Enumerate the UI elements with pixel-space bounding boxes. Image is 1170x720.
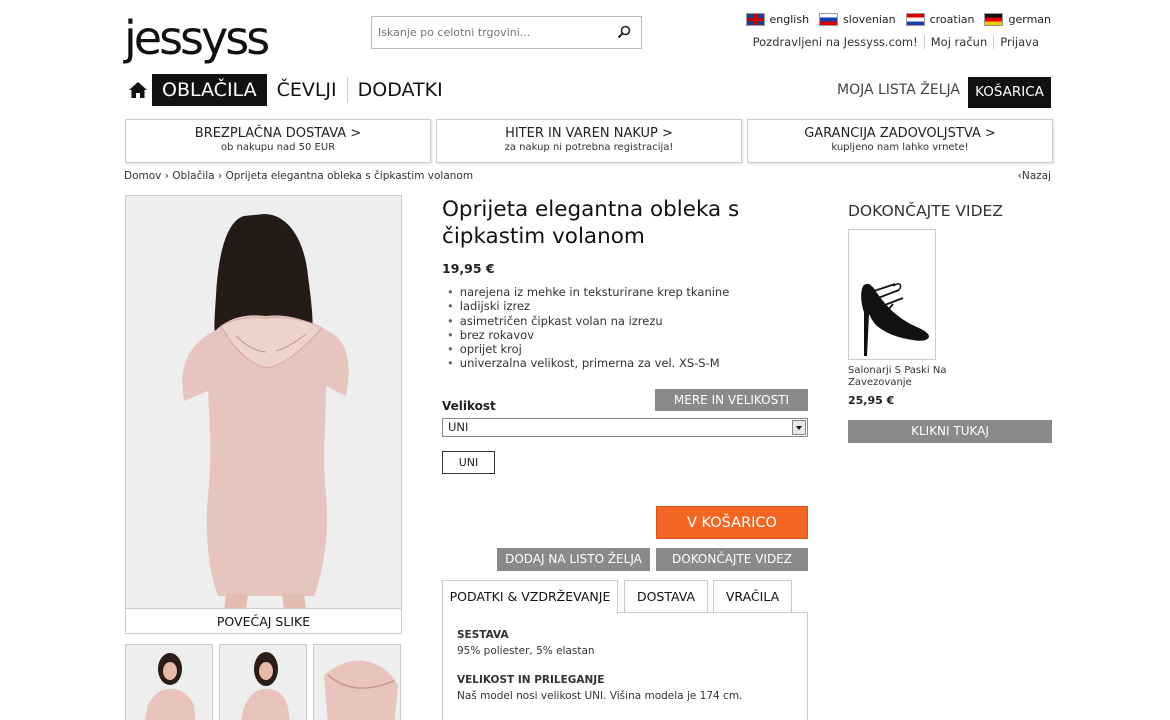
size-select[interactable]: UNI (442, 418, 808, 437)
promo-banners: BREZPLAČNA DOSTAVA > ob nakupu nad 50 EU… (125, 119, 1053, 163)
lang-label: german (1008, 13, 1051, 26)
look-item-price: 25,95 € (848, 394, 895, 407)
banner-satisfaction-guarantee[interactable]: GARANCIJA ZADOVOLJSTVA > kupljeno nam la… (747, 119, 1053, 163)
breadcrumb: Domov › Oblačila › Oprijeta elegantna ob… (124, 170, 473, 182)
size-select-value: UNI (448, 420, 469, 434)
breadcrumb-category[interactable]: Oblačila (172, 170, 214, 182)
tab-details-care[interactable]: PODATKI & VZDRŽEVANJE (442, 580, 618, 614)
product-main-image[interactable] (125, 195, 402, 609)
section-title: SESTAVA (457, 629, 509, 641)
lang-slovenian[interactable]: slovenian (819, 13, 896, 26)
look-item-name[interactable]: Salonarji S Paski Na Zavezovanje (848, 365, 948, 389)
wishlist-link[interactable]: MOJA LISTA ŽELJA (837, 82, 960, 98)
uk-flag-icon (745, 13, 765, 26)
feature-item: univerzalna velikost, primerna za vel. X… (447, 356, 729, 370)
account-link[interactable]: Moj račun (923, 35, 993, 49)
size-option-uni[interactable]: UNI (442, 451, 495, 474)
banner-title: GARANCIJA ZADOVOLJSTVA > (804, 126, 996, 141)
nav-item-shoes[interactable]: ČEVLJI (267, 74, 347, 106)
look-item-image[interactable] (848, 229, 936, 360)
banner-secure-checkout[interactable]: HITER IN VAREN NAKUP > za nakup ni potre… (436, 119, 742, 163)
logo-text: jessyss (124, 11, 270, 65)
tab-returns[interactable]: VRAČILA (713, 580, 792, 613)
lang-label: english (769, 13, 810, 26)
breadcrumb-current: Oprijeta elegantna obleka s čipkastim vo… (225, 170, 474, 182)
banner-title: BREZPLAČNA DOSTAVA > (194, 126, 362, 141)
lang-english[interactable]: english (745, 13, 810, 26)
breadcrumb-home[interactable]: Domov (124, 170, 161, 182)
germany-flag-icon (984, 13, 1004, 26)
banner-free-shipping[interactable]: BREZPLAČNA DOSTAVA > ob nakupu nad 50 EU… (125, 119, 431, 163)
slovenia-flag-icon (819, 13, 839, 26)
section-title: VELIKOST IN PRILEGANJE (457, 674, 605, 686)
tab-panel: SESTAVA 95% poliester, 5% elastan VELIKO… (442, 612, 808, 720)
search-box[interactable] (371, 16, 642, 49)
shoe-illustration (849, 230, 935, 359)
greeting-text: Pozdravljeni na Jessyss.com! (752, 35, 918, 49)
croatia-flag-icon (905, 13, 925, 26)
feature-item: oprijet kroj (447, 342, 729, 356)
breadcrumb-separator: › (217, 170, 226, 182)
dress-back-illustration (126, 196, 401, 608)
banner-title: HITER IN VAREN NAKUP > (505, 126, 673, 141)
lang-german[interactable]: german (984, 13, 1051, 26)
cart-button[interactable]: KOŠARICA (968, 77, 1051, 108)
banner-subtitle: kupljeno nam lahko vrnete! (831, 142, 969, 153)
language-switcher: english slovenian croatian german (745, 13, 1051, 26)
click-here-button[interactable]: KLIKNI TUKAJ (848, 420, 1052, 443)
back-label: Nazaj (1021, 170, 1051, 182)
product-thumbnail[interactable] (125, 644, 213, 720)
add-to-wishlist-button[interactable]: DODAJ NA LISTO ŽELJA (497, 548, 650, 571)
complete-look-title: DOKONČAJTE VIDEZ (848, 202, 1003, 220)
banner-subtitle: ob nakupu nad 50 EUR (220, 142, 336, 153)
search-input[interactable] (378, 26, 608, 39)
search-icon[interactable] (617, 25, 631, 39)
size-guide-button[interactable]: MERE IN VELIKOSTI (655, 389, 808, 411)
tab-shipping[interactable]: DOSTAVA (624, 580, 708, 613)
size-label: Velikost (442, 399, 496, 413)
thumbnail-illustration (220, 645, 306, 720)
chevron-down-icon[interactable] (792, 420, 806, 435)
feature-item: asimetričen čipkast volan na izrezu (447, 314, 729, 328)
lang-label: croatian (929, 13, 975, 26)
thumbnail-illustration (314, 645, 400, 720)
product-thumbnail[interactable] (219, 644, 307, 720)
home-icon[interactable] (124, 74, 152, 106)
main-nav: OBLAČILA ČEVLJI DODATKI (124, 74, 453, 106)
nav-item-clothes[interactable]: OBLAČILA (152, 74, 267, 106)
logo[interactable]: jessyss (124, 11, 270, 65)
product-thumbnail[interactable] (313, 644, 401, 720)
nav-item-accessories[interactable]: DODATKI (348, 74, 453, 106)
product-title: Oprijeta elegantna obleka s čipkastim vo… (442, 197, 740, 249)
add-to-cart-button[interactable]: V KOŠARICO (656, 506, 808, 539)
section-text: 95% poliester, 5% elastan (457, 645, 595, 657)
feature-item: brez rokavov (447, 328, 729, 342)
product-price: 19,95 € (442, 261, 495, 276)
section-text: Naš model nosi velikost UNI. Višina mode… (457, 690, 743, 702)
feature-item: ladijski izrez (447, 299, 729, 313)
feature-item: narejena iz mehke in teksturirane krep t… (447, 285, 730, 299)
lang-label: slovenian (843, 13, 896, 26)
lang-croatian[interactable]: croatian (905, 13, 975, 26)
complete-look-button[interactable]: DOKONČAJTE VIDEZ (656, 548, 808, 571)
back-link[interactable]: ‹Nazaj (1018, 170, 1051, 182)
thumbnail-illustration (126, 645, 212, 720)
feature-list: narejena iz mehke in teksturirane krep t… (447, 285, 730, 371)
enlarge-images-button[interactable]: POVEČAJ SLIKE (125, 609, 402, 634)
banner-subtitle: za nakup ni potrebna registracija! (504, 142, 674, 153)
account-bar: Pozdravljeni na Jessyss.com! Moj račun P… (747, 35, 1045, 49)
login-link[interactable]: Prijava (993, 35, 1045, 49)
